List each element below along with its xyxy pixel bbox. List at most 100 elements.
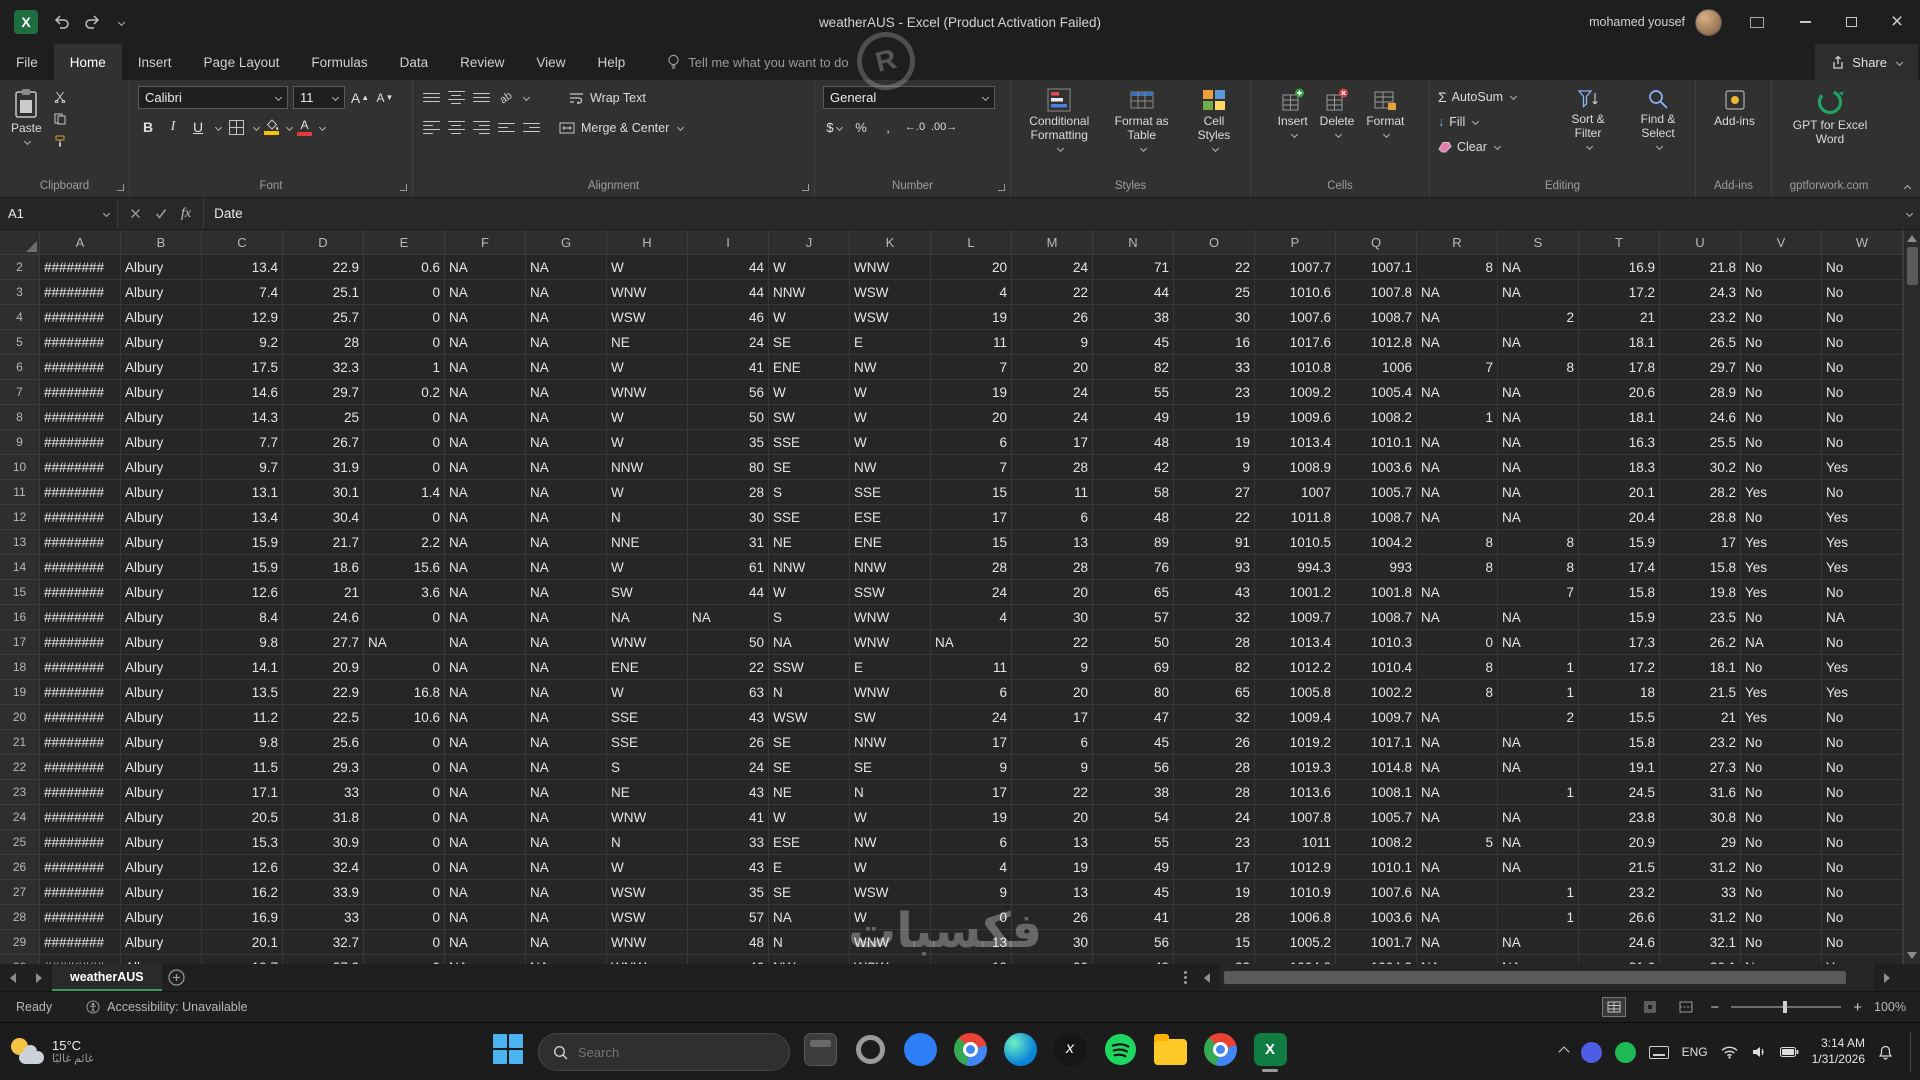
row-header-8[interactable]: 8 bbox=[0, 405, 40, 430]
cell-D13[interactable]: 21.7 bbox=[283, 530, 364, 555]
cell-L25[interactable]: 6 bbox=[931, 830, 1012, 855]
column-header-J[interactable]: J bbox=[769, 230, 850, 254]
cell-F25[interactable]: NA bbox=[445, 830, 526, 855]
cell-K4[interactable]: WSW bbox=[850, 305, 931, 330]
cell-B2[interactable]: Albury bbox=[121, 255, 202, 280]
cell-W20[interactable]: No bbox=[1822, 705, 1903, 730]
cell-G21[interactable]: NA bbox=[526, 730, 607, 755]
wrap-text-button[interactable]: Wrap Text bbox=[565, 86, 650, 109]
accessibility-status[interactable]: Accessibility: Unavailable bbox=[86, 1000, 247, 1014]
cell-G16[interactable]: NA bbox=[526, 605, 607, 630]
volume-icon[interactable] bbox=[1751, 1046, 1767, 1058]
cell-O8[interactable]: 19 bbox=[1174, 405, 1255, 430]
cell-U12[interactable]: 28.8 bbox=[1660, 505, 1741, 530]
cell-S11[interactable]: NA bbox=[1498, 480, 1579, 505]
edge-icon[interactable] bbox=[1000, 1026, 1040, 1078]
search-input[interactable] bbox=[578, 1044, 748, 1060]
cell-P23[interactable]: 1013.6 bbox=[1255, 780, 1336, 805]
cell-L6[interactable]: 7 bbox=[931, 355, 1012, 380]
grow-font-button[interactable]: A ▲ bbox=[350, 87, 370, 109]
font-color-button[interactable]: A bbox=[297, 116, 312, 138]
row-header-18[interactable]: 18 bbox=[0, 655, 40, 680]
cell-M12[interactable]: 6 bbox=[1012, 505, 1093, 530]
decrease-decimal-button[interactable]: .00→ bbox=[931, 116, 957, 138]
cell-N29[interactable]: 56 bbox=[1093, 930, 1174, 955]
cell-N26[interactable]: 49 bbox=[1093, 855, 1174, 880]
cell-N19[interactable]: 80 bbox=[1093, 680, 1174, 705]
cell-S23[interactable]: 1 bbox=[1498, 780, 1579, 805]
cell-O3[interactable]: 25 bbox=[1174, 280, 1255, 305]
ribbon-tab-review[interactable]: Review bbox=[444, 44, 520, 80]
cell-T21[interactable]: 15.8 bbox=[1579, 730, 1660, 755]
cell-G13[interactable]: NA bbox=[526, 530, 607, 555]
cell-M6[interactable]: 20 bbox=[1012, 355, 1093, 380]
cell-M10[interactable]: 28 bbox=[1012, 455, 1093, 480]
cell-L11[interactable]: 15 bbox=[931, 480, 1012, 505]
cell-D25[interactable]: 30.9 bbox=[283, 830, 364, 855]
cell-R3[interactable]: NA bbox=[1417, 280, 1498, 305]
clipboard-dialog-launcher[interactable] bbox=[117, 184, 124, 191]
cell-E15[interactable]: 3.6 bbox=[364, 580, 445, 605]
cell-H26[interactable]: W bbox=[607, 855, 688, 880]
cell-L20[interactable]: 24 bbox=[931, 705, 1012, 730]
bold-button[interactable]: B bbox=[138, 116, 158, 138]
cell-T5[interactable]: 18.1 bbox=[1579, 330, 1660, 355]
cell-D7[interactable]: 29.7 bbox=[283, 380, 364, 405]
cell-F23[interactable]: NA bbox=[445, 780, 526, 805]
cell-U26[interactable]: 31.2 bbox=[1660, 855, 1741, 880]
cell-T13[interactable]: 15.9 bbox=[1579, 530, 1660, 555]
cell-W17[interactable]: No bbox=[1822, 630, 1903, 655]
number-format-combo[interactable]: General bbox=[823, 86, 995, 109]
cell-W15[interactable]: No bbox=[1822, 580, 1903, 605]
cell-L2[interactable]: 20 bbox=[931, 255, 1012, 280]
increase-decimal-button[interactable]: ←.0 bbox=[904, 116, 926, 138]
cell-P5[interactable]: 1017.6 bbox=[1255, 330, 1336, 355]
cell-U7[interactable]: 28.9 bbox=[1660, 380, 1741, 405]
cell-U4[interactable]: 23.2 bbox=[1660, 305, 1741, 330]
cell-P24[interactable]: 1007.8 bbox=[1255, 805, 1336, 830]
cell-J15[interactable]: W bbox=[769, 580, 850, 605]
cell-W30[interactable]: Yes bbox=[1822, 955, 1903, 964]
cell-V2[interactable]: No bbox=[1741, 255, 1822, 280]
cell-K10[interactable]: NW bbox=[850, 455, 931, 480]
cell-P9[interactable]: 1013.4 bbox=[1255, 430, 1336, 455]
cell-H20[interactable]: SSE bbox=[607, 705, 688, 730]
center-button[interactable] bbox=[446, 117, 466, 139]
cell-A25[interactable]: ######## bbox=[40, 830, 121, 855]
cell-A10[interactable]: ######## bbox=[40, 455, 121, 480]
cell-E28[interactable]: 0 bbox=[364, 905, 445, 930]
cell-K19[interactable]: WNW bbox=[850, 680, 931, 705]
cell-T28[interactable]: 26.6 bbox=[1579, 905, 1660, 930]
cut-button[interactable] bbox=[51, 89, 69, 105]
cell-D15[interactable]: 21 bbox=[283, 580, 364, 605]
cell-Q29[interactable]: 1001.7 bbox=[1336, 930, 1417, 955]
cell-C25[interactable]: 15.3 bbox=[202, 830, 283, 855]
cell-P13[interactable]: 1010.5 bbox=[1255, 530, 1336, 555]
ribbon-tab-formulas[interactable]: Formulas bbox=[295, 44, 383, 80]
cell-B17[interactable]: Albury bbox=[121, 630, 202, 655]
cell-E21[interactable]: 0 bbox=[364, 730, 445, 755]
cell-P21[interactable]: 1019.2 bbox=[1255, 730, 1336, 755]
cell-C17[interactable]: 9.8 bbox=[202, 630, 283, 655]
scroll-left-arrow[interactable] bbox=[1194, 964, 1220, 991]
cell-W26[interactable]: No bbox=[1822, 855, 1903, 880]
cell-S25[interactable]: NA bbox=[1498, 830, 1579, 855]
column-header-R[interactable]: R bbox=[1417, 230, 1498, 254]
cell-L13[interactable]: 15 bbox=[931, 530, 1012, 555]
cell-A18[interactable]: ######## bbox=[40, 655, 121, 680]
cell-Q12[interactable]: 1008.7 bbox=[1336, 505, 1417, 530]
cell-P19[interactable]: 1005.8 bbox=[1255, 680, 1336, 705]
cell-K7[interactable]: W bbox=[850, 380, 931, 405]
cell-Q25[interactable]: 1008.2 bbox=[1336, 830, 1417, 855]
cell-Q19[interactable]: 1002.2 bbox=[1336, 680, 1417, 705]
dark-window-app-icon[interactable] bbox=[800, 1026, 840, 1078]
cell-T18[interactable]: 17.2 bbox=[1579, 655, 1660, 680]
cell-B21[interactable]: Albury bbox=[121, 730, 202, 755]
cell-D26[interactable]: 32.4 bbox=[283, 855, 364, 880]
scroll-right-arrow[interactable] bbox=[1874, 964, 1900, 991]
cell-J3[interactable]: NNW bbox=[769, 280, 850, 305]
cell-I16[interactable]: NA bbox=[688, 605, 769, 630]
cell-N17[interactable]: 50 bbox=[1093, 630, 1174, 655]
cell-K14[interactable]: NNW bbox=[850, 555, 931, 580]
cell-I8[interactable]: 50 bbox=[688, 405, 769, 430]
